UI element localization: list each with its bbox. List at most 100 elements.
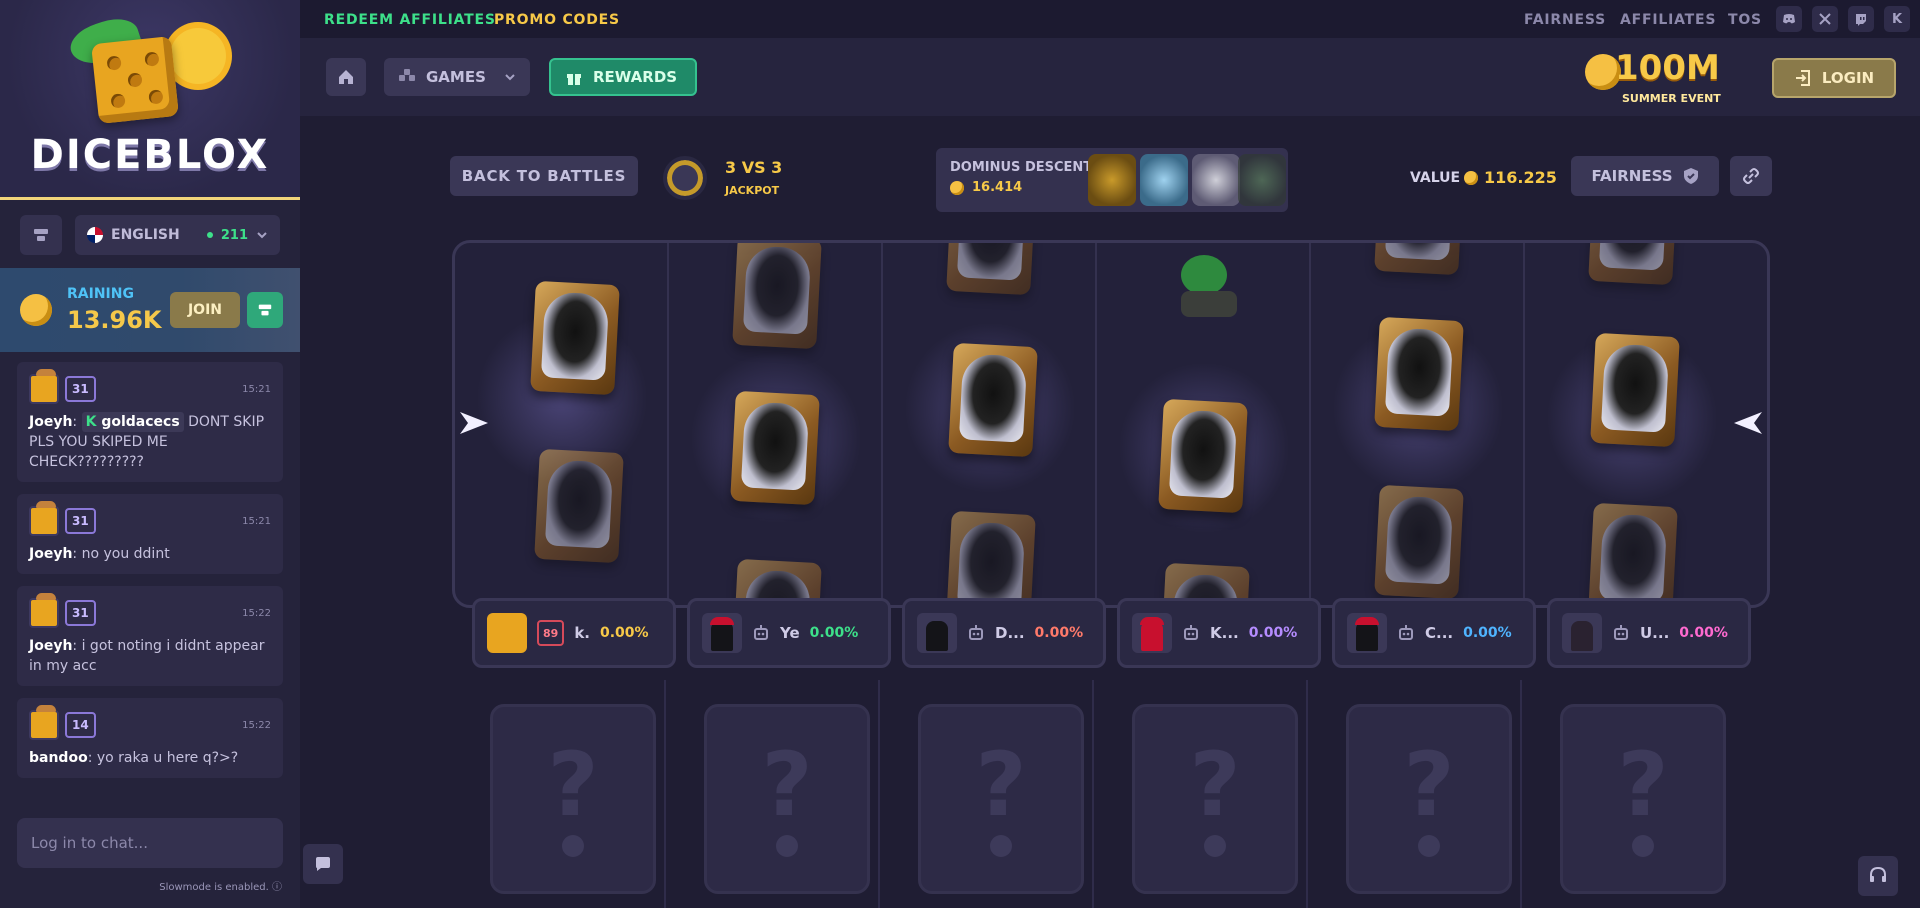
player-slot[interactable]: D... 0.00% <box>902 598 1106 668</box>
summer-event-banner[interactable]: 100M SUMMER EVENT <box>1585 44 1755 110</box>
question-icon: ? <box>1189 733 1241 836</box>
player-slot[interactable]: C... 0.00% <box>1332 598 1536 668</box>
unknown-card: ? <box>918 704 1084 894</box>
card-column: ? <box>452 680 666 908</box>
coin-icon <box>20 294 52 326</box>
chevron-down-icon <box>257 232 267 239</box>
promo-codes-link[interactable]: PROMO CODES <box>494 12 620 28</box>
message-user[interactable]: bandoo <box>29 750 88 766</box>
chat-message: 31 15:22 Joeyh: i got noting i didnt app… <box>17 586 283 686</box>
message-text: no you ddint <box>81 546 170 562</box>
login-button[interactable]: LOGIN <box>1772 58 1896 98</box>
chat-toggle-button[interactable] <box>303 844 343 884</box>
games-dropdown[interactable]: GAMES <box>384 58 530 96</box>
reel <box>1525 243 1739 605</box>
sun-icon <box>170 28 226 84</box>
kick-icon[interactable]: K <box>1884 6 1910 32</box>
message-user[interactable]: Joeyh <box>29 638 72 654</box>
card-column: ? <box>666 680 880 908</box>
fairness-link[interactable]: FAIRNESS <box>1524 12 1606 28</box>
message-user[interactable]: Joeyh <box>29 546 72 562</box>
avatar <box>1562 613 1602 653</box>
case-name: DOMINUS DESCENTS <box>950 160 1102 175</box>
player-name: C... <box>1425 624 1454 642</box>
case-thumb-ice <box>1140 154 1188 206</box>
rain-rules-button[interactable] <box>247 292 283 328</box>
case-info[interactable]: DOMINUS DESCENTS 16.414 <box>936 148 1288 212</box>
tos-link[interactable]: TOS <box>1728 12 1762 28</box>
avatar[interactable] <box>29 705 59 740</box>
message-user[interactable]: Joeyh <box>29 414 72 430</box>
case-thumb-gold <box>1088 154 1136 206</box>
chat-message: 31 15:21 Joeyh: K goldacecs DONT SKIP PL… <box>17 362 283 482</box>
home-button[interactable] <box>326 58 366 96</box>
x-icon[interactable] <box>1812 6 1838 32</box>
event-amount: 100M <box>1615 48 1720 88</box>
dice-icon <box>91 36 179 124</box>
question-icon: ? <box>975 733 1027 836</box>
reel-item <box>1588 502 1678 605</box>
avatar <box>1347 613 1387 653</box>
question-icon: ? <box>1617 733 1669 836</box>
chat-bubble-icon <box>316 857 330 871</box>
rewards-label: REWARDS <box>593 68 678 86</box>
reel-item <box>1588 243 1678 286</box>
reel-item <box>946 510 1036 605</box>
rewards-button[interactable]: REWARDS <box>549 58 697 96</box>
brand-logo[interactable]: DICEBLOX <box>0 0 300 200</box>
fairness-label: FAIRNESS <box>1591 167 1673 185</box>
main-nav: GAMES REWARDS 100M SUMMER EVENT LOGIN <box>300 38 1920 116</box>
coin-icon <box>950 181 964 195</box>
win-chance: 0.00% <box>1034 625 1084 641</box>
mention-tag[interactable]: K goldacecs <box>81 412 184 432</box>
redeem-affiliates-link[interactable]: REDEEM AFFILIATES <box>324 12 496 28</box>
bot-icon <box>1399 625 1413 640</box>
value-amount: 116.225 <box>1484 168 1557 187</box>
case-thumb-silver <box>1192 154 1240 206</box>
message-time: 15:22 <box>242 719 271 731</box>
games-label: GAMES <box>426 68 486 86</box>
event-label: SUMMER EVENT <box>1622 92 1721 105</box>
back-to-battles-button[interactable]: BACK TO BATTLES <box>450 156 638 196</box>
result-cards: ? ? ? ? ? ? <box>452 680 1770 908</box>
reel-item <box>946 243 1036 296</box>
fairness-button[interactable]: FAIRNESS <box>1571 156 1719 196</box>
case-price: 16.414 <box>972 180 1023 195</box>
reel-item <box>1374 243 1464 276</box>
reel <box>669 243 883 605</box>
copy-link-button[interactable] <box>1730 156 1772 196</box>
player-slot[interactable]: Ye 0.00% <box>687 598 891 668</box>
support-button[interactable] <box>1858 856 1898 896</box>
avatar <box>487 613 527 653</box>
player-row: 89 k. 0.00% Ye 0.00% D... 0.00% K... 0.0… <box>472 598 1752 668</box>
kick-icon: K <box>85 414 97 430</box>
battle-header: BACK TO BATTLES 3 VS 3 JACKPOT DOMINUS D… <box>450 148 1772 212</box>
player-name: K... <box>1210 624 1239 642</box>
shield-icon <box>1683 168 1698 184</box>
discord-icon[interactable] <box>1776 6 1802 32</box>
win-chance: 0.00% <box>600 625 649 641</box>
rain-join-button[interactable]: JOIN <box>170 292 240 328</box>
online-count: 211 <box>220 227 248 243</box>
unknown-card: ? <box>1560 704 1726 894</box>
chat-rules-button[interactable] <box>20 215 62 255</box>
chat-input[interactable] <box>17 818 283 868</box>
info-icon[interactable]: ⓘ <box>272 882 282 893</box>
chat-feed[interactable]: 31 15:21 Joeyh: K goldacecs DONT SKIP PL… <box>17 362 283 802</box>
reel-item <box>1374 484 1464 600</box>
reel-item <box>534 448 624 564</box>
avatar[interactable] <box>29 593 59 628</box>
headset-icon <box>1870 866 1886 882</box>
unknown-card: ? <box>704 704 870 894</box>
avatar[interactable] <box>29 369 59 404</box>
player-slot[interactable]: K... 0.00% <box>1117 598 1321 668</box>
affiliates-link[interactable]: AFFILIATES <box>1620 12 1716 28</box>
player-slot[interactable]: U... 0.00% <box>1547 598 1751 668</box>
level-badge: 31 <box>65 508 96 534</box>
language-select[interactable]: ENGLISH 211 <box>75 215 280 255</box>
player-slot[interactable]: 89 k. 0.00% <box>472 598 676 668</box>
twitch-icon[interactable] <box>1848 6 1874 32</box>
rain-panel: RAINING 13.96K JOIN <box>0 268 300 352</box>
reel-item <box>948 342 1038 458</box>
avatar[interactable] <box>29 501 59 536</box>
